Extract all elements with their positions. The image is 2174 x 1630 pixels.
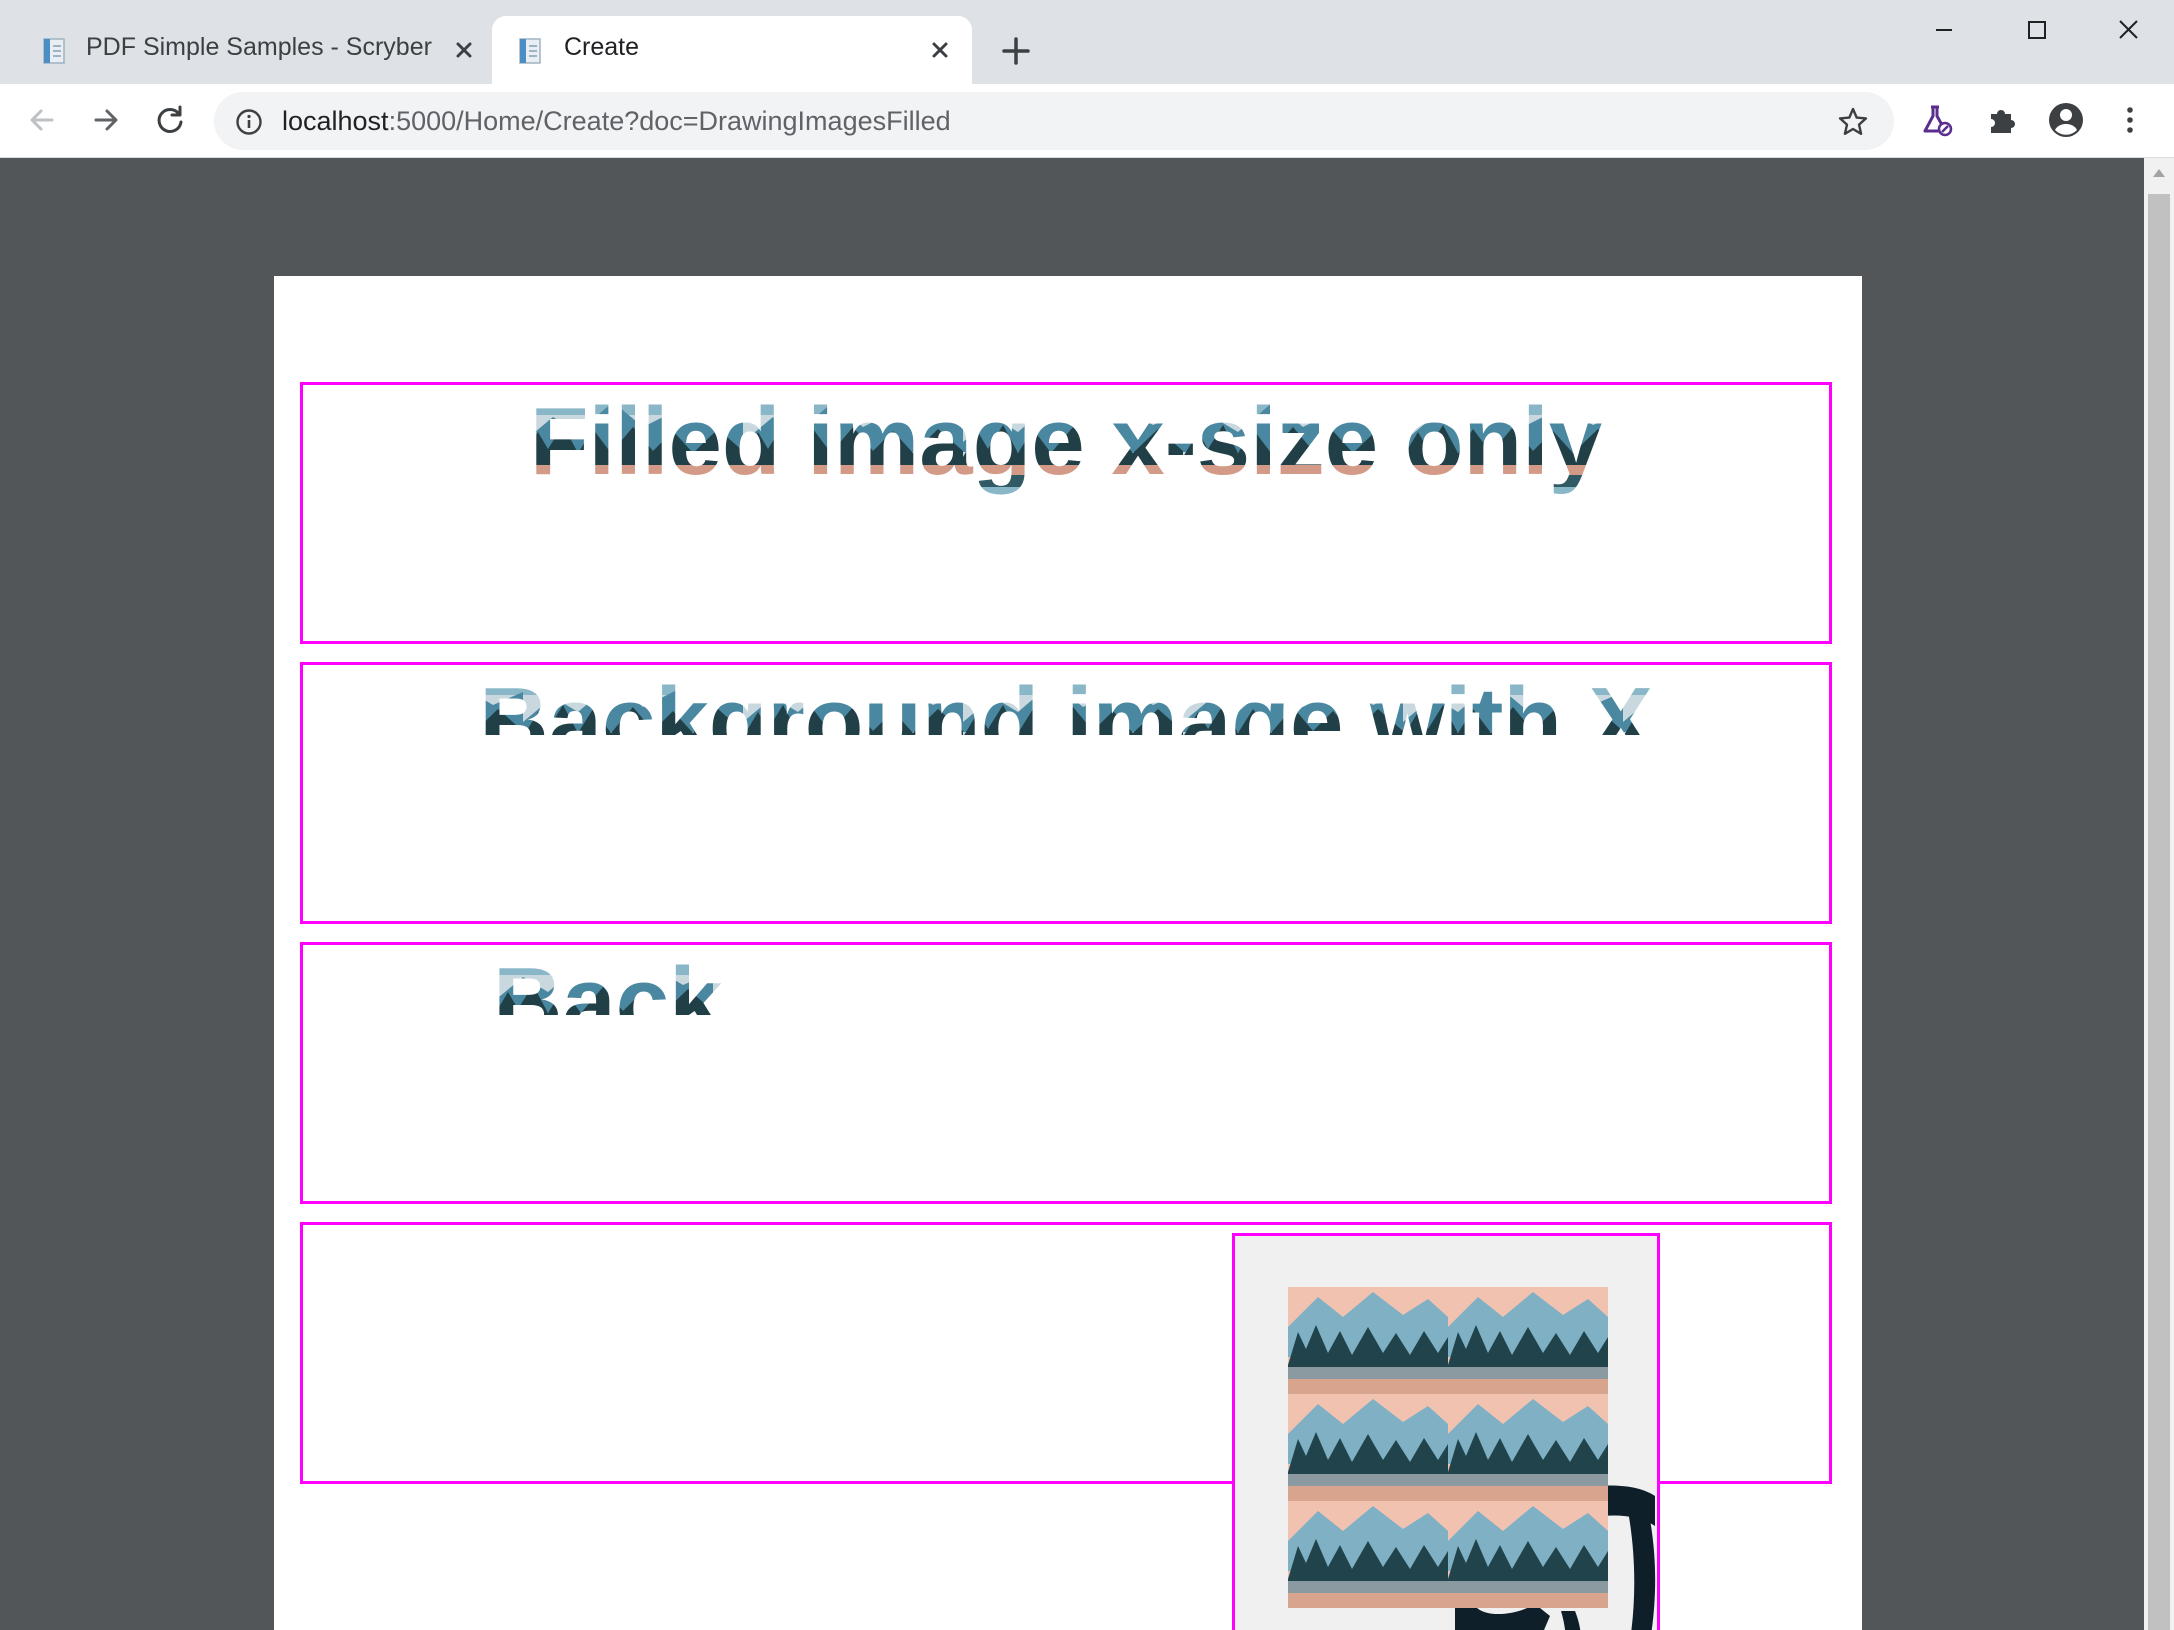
landscape-image-tile <box>1288 1394 1448 1501</box>
pdf-viewer[interactable]: Filled image x-size only Background imag… <box>0 158 2174 1630</box>
browser-toolbar: localhost:5000/Home/Create?doc=DrawingIm… <box>0 84 2174 158</box>
scroll-up-arrow-icon[interactable] <box>2151 166 2167 180</box>
pdf-document-icon <box>519 38 541 64</box>
minimize-icon[interactable] <box>1914 10 1974 50</box>
vertical-scrollbar[interactable] <box>2144 158 2174 1630</box>
filled-text-box-2: Background image with X <box>300 662 1832 924</box>
filled-text-box-3: Back <box>300 942 1832 1204</box>
puzzle-icon[interactable] <box>1982 100 2022 140</box>
scrollbar-thumb[interactable] <box>2148 194 2170 1630</box>
tab-title: Create <box>564 33 640 61</box>
window-close-icon[interactable] <box>2098 10 2158 50</box>
url-host: localhost <box>282 106 389 136</box>
info-icon[interactable] <box>234 107 264 137</box>
background-image-heading-partial: Back <box>493 948 723 1015</box>
close-icon[interactable] <box>448 34 480 66</box>
repeated-image-tiles <box>1288 1287 1608 1608</box>
landscape-image-tile <box>1448 1501 1608 1608</box>
landscape-image-tile <box>1288 1501 1448 1608</box>
maximize-icon[interactable] <box>2006 10 2066 50</box>
reload-icon[interactable] <box>150 100 190 140</box>
tab-strip: PDF Simple Samples - Scryber Create <box>0 0 2174 84</box>
landscape-image-tile <box>1448 1394 1608 1501</box>
filled-text-box-1: Filled image x-size only <box>300 382 1832 644</box>
filled-image-heading: Filled image x-size only <box>303 387 1829 497</box>
star-icon[interactable] <box>1836 105 1870 139</box>
address-bar[interactable]: localhost:5000/Home/Create?doc=DrawingIm… <box>214 92 1894 150</box>
account-circle-icon[interactable] <box>2046 100 2086 140</box>
image-fill-preview-panel <box>1232 1233 1660 1630</box>
arrow-left-icon[interactable] <box>22 100 62 140</box>
new-tab-plus-icon[interactable] <box>995 30 1037 72</box>
tab-pdf-simple-samples[interactable]: PDF Simple Samples - Scryber <box>18 16 494 84</box>
url-text[interactable]: localhost:5000/Home/Create?doc=DrawingIm… <box>282 106 951 137</box>
flask-icon[interactable] <box>1916 100 1956 140</box>
landscape-image-tile <box>1448 1287 1608 1394</box>
background-image-heading: Background image with X <box>303 667 1829 735</box>
pdf-document-icon <box>43 38 65 64</box>
arrow-right-icon[interactable] <box>86 100 126 140</box>
close-icon[interactable] <box>924 34 956 66</box>
tab-title: PDF Simple Samples - Scryber <box>86 33 432 61</box>
landscape-image-tile <box>1288 1287 1448 1394</box>
kebab-menu-icon[interactable] <box>2110 100 2150 140</box>
url-path: :5000/Home/Create?doc=DrawingImagesFille… <box>388 106 951 136</box>
tab-create[interactable]: Create <box>492 16 972 84</box>
